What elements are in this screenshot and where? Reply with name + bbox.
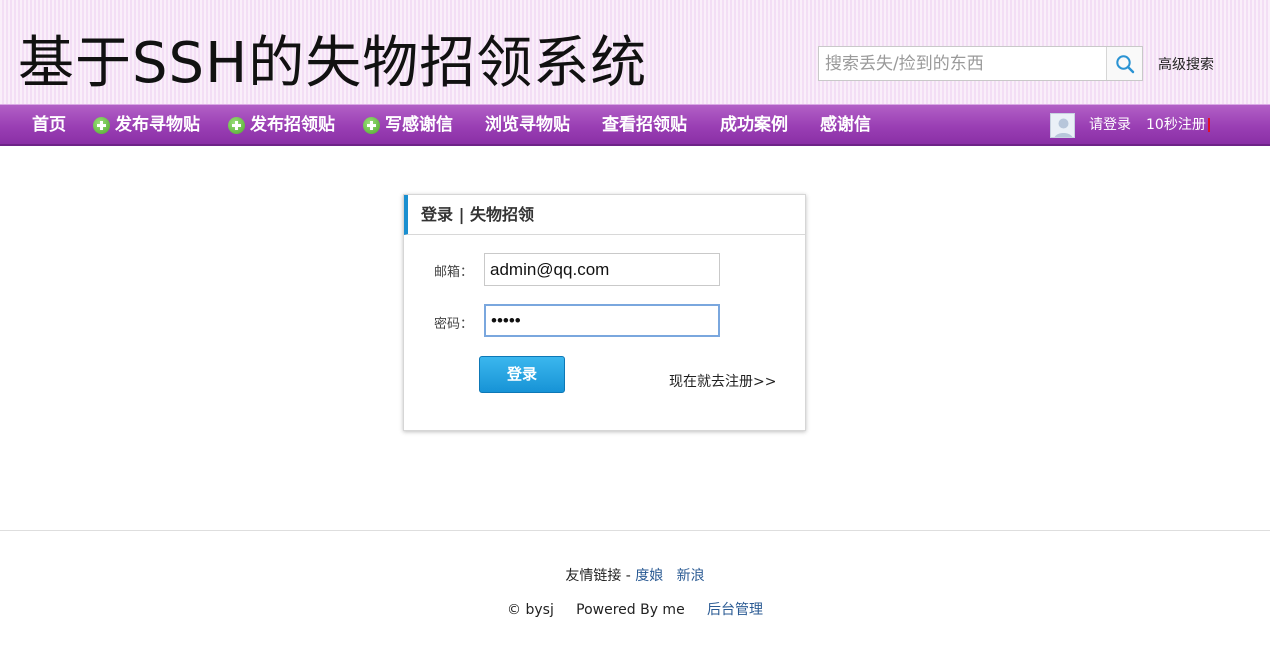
nav-item-label: 首页 (32, 115, 66, 135)
nav-item-success-cases[interactable]: 成功案例 (720, 105, 788, 145)
cursor-marker (1208, 118, 1210, 132)
password-field[interactable] (484, 304, 720, 337)
nav-item-label: 成功案例 (720, 115, 788, 135)
nav-item-home[interactable]: 首页 (32, 105, 66, 145)
login-link[interactable]: 请登录 (1089, 105, 1131, 145)
site-title: 基于SSH的失物招领系统 (18, 31, 648, 96)
advanced-search-link[interactable]: 高级搜索 (1158, 54, 1214, 74)
plus-circle-icon (93, 116, 110, 134)
friend-link-baidu[interactable]: 度娘 (635, 568, 663, 584)
nav-item-label: 发布招领贴 (250, 115, 335, 135)
main-nav: 首页 发布寻物贴 发布招领贴 写感谢信 浏览寻物贴 查看招领贴 成功案例 感谢信… (0, 104, 1270, 146)
footer-credits: © bysj Powered By me 后台管理 (0, 599, 1270, 619)
search-icon (1115, 54, 1134, 73)
site-header: 基于SSH的失物招领系统 高级搜索 (0, 0, 1270, 104)
register-now-link[interactable]: 现在就去注册>> (669, 371, 776, 391)
search-box (818, 46, 1143, 81)
nav-item-write-thanks[interactable]: 写感谢信 (363, 105, 453, 145)
friend-links: 友情链接 - 度娘 新浪 (0, 565, 1270, 585)
plus-circle-icon (228, 116, 245, 134)
user-icon (1051, 114, 1074, 137)
friend-link-sina[interactable]: 新浪 (677, 568, 705, 584)
footer-divider (0, 530, 1270, 531)
nav-item-view-found[interactable]: 查看招领贴 (602, 105, 687, 145)
panel-title: 登录 | 失物招领 (421, 205, 534, 224)
search-input[interactable] (819, 47, 1106, 80)
login-button[interactable]: 登录 (479, 356, 565, 393)
admin-link[interactable]: 后台管理 (707, 602, 763, 618)
powered-by: Powered By me (576, 602, 685, 618)
password-label: 密码： (434, 317, 474, 332)
nav-item-label: 写感谢信 (385, 115, 453, 135)
panel-header: 登录 | 失物招领 (404, 195, 805, 235)
nav-item-label: 发布寻物贴 (115, 115, 200, 135)
register-link[interactable]: 10秒注册 (1146, 105, 1206, 145)
nav-item-label: 感谢信 (820, 115, 871, 135)
avatar[interactable] (1050, 113, 1075, 138)
search-button[interactable] (1106, 47, 1142, 80)
email-field[interactable] (484, 253, 720, 286)
plus-circle-icon (363, 116, 380, 134)
nav-item-post-found[interactable]: 发布招领贴 (228, 105, 335, 145)
copyright: © bysj (507, 602, 554, 618)
nav-item-thanks-letters[interactable]: 感谢信 (820, 105, 871, 145)
nav-item-label: 浏览寻物贴 (485, 115, 570, 135)
login-panel: 登录 | 失物招领 邮箱： 密码： 登录 现在就去注册>> (403, 194, 806, 431)
nav-item-browse-lost[interactable]: 浏览寻物贴 (485, 105, 570, 145)
nav-item-post-lost[interactable]: 发布寻物贴 (93, 105, 200, 145)
email-label: 邮箱： (434, 265, 474, 280)
friend-links-label: 友情链接 - (565, 568, 631, 584)
nav-item-label: 查看招领贴 (602, 115, 687, 135)
